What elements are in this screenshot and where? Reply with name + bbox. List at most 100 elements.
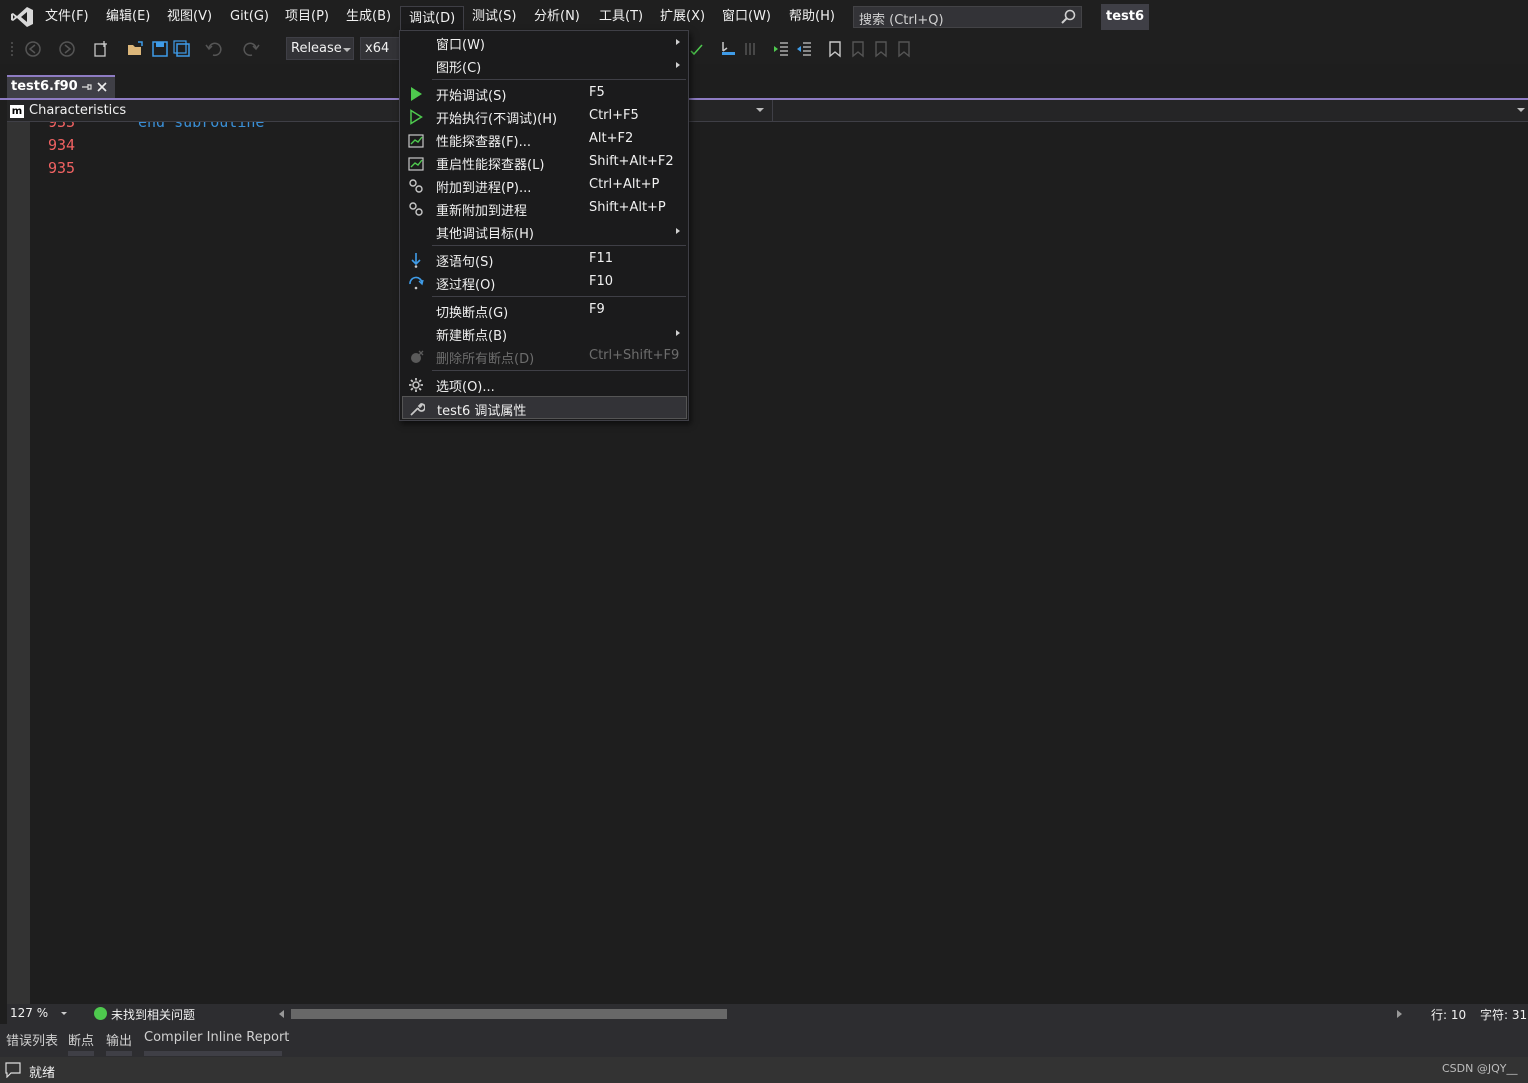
horizontal-scrollbar-thumb[interactable]	[291, 1009, 727, 1019]
menu-separator	[432, 79, 686, 80]
menu-help[interactable]: 帮助(H)	[785, 7, 839, 27]
menu-item-label: 选项(O)...	[436, 380, 495, 395]
search-icon	[1061, 9, 1076, 24]
indent-icon[interactable]	[772, 40, 790, 58]
menu-item-new-breakpoint[interactable]: 新建断点(B)	[402, 322, 687, 345]
zoom-level[interactable]: 127 %	[10, 1006, 48, 1020]
close-icon[interactable]	[96, 81, 108, 93]
menu-item-reattach-to-process[interactable]: 重新附加到进程 Shift+Alt+P	[402, 197, 687, 220]
gear-icon	[409, 378, 423, 392]
chevron-down-icon[interactable]	[1517, 108, 1525, 112]
tab-error-list[interactable]: 错误列表	[6, 1030, 58, 1049]
visual-studio-logo-icon	[11, 7, 33, 27]
menu-item-start-without-debugging[interactable]: 开始执行(不调试)(H) Ctrl+F5	[402, 105, 687, 128]
attach-process-icon	[409, 179, 423, 193]
menu-item-shortcut: F11	[589, 251, 614, 266]
menu-view[interactable]: 视图(V)	[163, 7, 216, 27]
check-circle-icon	[94, 1007, 107, 1020]
menu-item-toggle-breakpoint[interactable]: 切换断点(G) F9	[402, 299, 687, 322]
bookmark-icon[interactable]	[826, 40, 844, 58]
menu-edit[interactable]: 编辑(E)	[102, 7, 154, 27]
tab-indicator	[106, 1051, 132, 1056]
status-text: 就绪	[29, 1066, 56, 1081]
menu-build[interactable]: 生成(B)	[342, 7, 395, 27]
step-over-icon	[409, 276, 424, 290]
menu-file[interactable]: 文件(F)	[41, 7, 93, 27]
menu-extensions[interactable]: 扩展(X)	[656, 7, 709, 27]
new-project-icon[interactable]	[92, 40, 110, 58]
play-filled-icon	[411, 87, 422, 101]
comment-icon[interactable]	[5, 1062, 21, 1078]
menu-item-graphics[interactable]: 图形(C)	[402, 54, 687, 77]
menu-test[interactable]: 测试(S)	[468, 7, 520, 27]
document-tab-test6[interactable]: test6.f90	[7, 75, 115, 98]
tab-compiler-inline-report[interactable]: Compiler Inline Report	[144, 1030, 289, 1045]
redo-icon[interactable]	[242, 40, 260, 58]
profiler-restart-icon	[408, 157, 424, 171]
menu-item-delete-all-breakpoints: 删除所有断点(D) Ctrl+Shift+F9	[402, 345, 687, 368]
save-icon[interactable]	[151, 40, 169, 58]
module-icon: m	[10, 105, 24, 118]
menu-item-attach-to-process[interactable]: 附加到进程(P)... Ctrl+Alt+P	[402, 174, 687, 197]
tab-output[interactable]: 输出	[106, 1030, 132, 1049]
configuration-select[interactable]: Release	[286, 37, 354, 60]
next-bookmark-icon[interactable]	[872, 40, 890, 58]
menu-window[interactable]: 窗口(W)	[718, 7, 775, 27]
breakpoint-step-icon[interactable]	[719, 40, 737, 58]
menu-item-shortcut: Ctrl+F5	[589, 108, 639, 123]
save-all-icon[interactable]	[173, 40, 191, 58]
menu-item-label: 开始调试(S)	[436, 89, 507, 104]
scope-dropdown[interactable]: Characteristics	[29, 103, 126, 118]
solution-name-badge[interactable]: test6	[1101, 4, 1149, 30]
menu-item-step-into[interactable]: 逐语句(S) F11	[402, 248, 687, 271]
navigate-back-icon[interactable]	[24, 40, 42, 58]
tab-breakpoints[interactable]: 断点	[68, 1030, 94, 1049]
menu-item-step-over[interactable]: 逐过程(O) F10	[402, 271, 687, 294]
search-input[interactable]: 搜索 (Ctrl+Q)	[853, 6, 1082, 28]
undo-icon[interactable]	[205, 40, 223, 58]
status-bar: 就绪 CSDN @JQY__	[0, 1057, 1528, 1083]
menu-item-label: 其他调试目标(H)	[436, 227, 534, 242]
menu-item-debug-properties[interactable]: test6 调试属性	[402, 396, 687, 419]
menu-tools[interactable]: 工具(T)	[595, 7, 647, 27]
editor-gutter	[7, 122, 30, 1004]
line-number: 934	[48, 136, 76, 154]
profiler-icon	[408, 134, 424, 148]
tab-indicator	[144, 1051, 282, 1056]
spell-check-icon[interactable]	[688, 40, 706, 58]
submenu-arrow-icon	[676, 62, 680, 68]
menu-item-label: 新建断点(B)	[436, 329, 508, 344]
menu-item-shortcut: Ctrl+Alt+P	[589, 177, 660, 192]
toggle-comment-icon[interactable]	[742, 40, 760, 58]
menu-item-shortcut: F10	[589, 274, 614, 289]
step-into-icon	[411, 253, 421, 268]
scroll-right-icon[interactable]	[1397, 1010, 1402, 1018]
menu-item-options[interactable]: 选项(O)...	[402, 373, 687, 396]
navigate-forward-icon[interactable]	[58, 40, 76, 58]
chevron-down-icon[interactable]	[756, 108, 764, 112]
code-line: end subroutine	[138, 122, 265, 131]
menu-item-start-debugging[interactable]: 开始调试(S) F5	[402, 82, 687, 105]
menu-git[interactable]: Git(G)	[226, 7, 273, 27]
document-tab-label: test6.f90	[11, 79, 78, 94]
outdent-icon[interactable]	[795, 40, 813, 58]
menu-item-relaunch-profiler[interactable]: 重启性能探查器(L) Shift+Alt+F2	[402, 151, 687, 174]
clear-bookmarks-icon[interactable]	[895, 40, 913, 58]
pin-icon[interactable]	[80, 81, 92, 93]
delete-breakpoints-icon	[411, 350, 424, 363]
wrench-icon	[410, 403, 425, 416]
chevron-down-icon[interactable]	[61, 1012, 67, 1015]
code-editor[interactable]: 933 end subroutine 934 935	[7, 122, 1528, 1004]
issues-status[interactable]: 未找到相关问题	[111, 1006, 195, 1023]
menu-item-shortcut: Alt+F2	[589, 131, 634, 146]
scroll-left-icon[interactable]	[279, 1010, 284, 1018]
menu-analyze[interactable]: 分析(N)	[530, 7, 584, 27]
menu-item-performance-profiler[interactable]: 性能探查器(F)... Alt+F2	[402, 128, 687, 151]
menu-item-label: 重新附加到进程	[436, 204, 528, 219]
open-file-icon[interactable]	[127, 40, 145, 58]
menu-project[interactable]: 项目(P)	[281, 7, 333, 27]
previous-bookmark-icon[interactable]	[849, 40, 867, 58]
menu-item-windows[interactable]: 窗口(W)	[402, 31, 687, 54]
platform-select[interactable]: x64	[360, 37, 402, 60]
menu-item-other-debug-targets[interactable]: 其他调试目标(H)	[402, 220, 687, 243]
